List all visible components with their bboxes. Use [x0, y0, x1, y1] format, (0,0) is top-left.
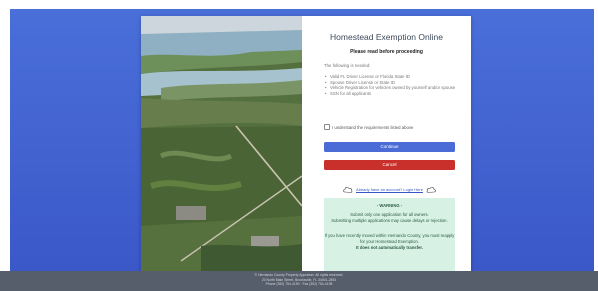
login-link[interactable]: Already have an account? Login Here [356, 187, 423, 192]
aerial-photo [141, 16, 302, 276]
continue-button[interactable]: Continue [324, 142, 455, 152]
login-card: Homestead Exemption Online Please read b… [141, 16, 471, 276]
acknowledge-checkbox-row[interactable]: I understand the requirements listed abo… [324, 124, 413, 130]
form-panel: Homestead Exemption Online Please read b… [302, 16, 471, 276]
cancel-button[interactable]: Cancel [324, 160, 455, 170]
requirements-intro: The following is needed: [324, 63, 371, 68]
cloud-left-icon [343, 186, 353, 193]
page-background: Homestead Exemption Online Please read b… [10, 9, 594, 283]
warning-line-2: Submitting multiple applications may cau… [331, 218, 448, 223]
acknowledge-checkbox[interactable] [324, 124, 330, 130]
warning-line-3: If you have recently moved within Hernan… [324, 233, 455, 244]
login-link-row: Already have an account? Login Here [324, 184, 455, 194]
warning-box: - WARNING - Submit only one application … [324, 198, 455, 274]
cloud-right-icon [426, 186, 436, 193]
footer-line-3: Phone (352) 754-4190 · Fax (352) 754-419… [265, 282, 333, 287]
page-title: Homestead Exemption Online [330, 32, 443, 42]
warning-line-1: Submit only one application for all owne… [350, 212, 429, 217]
acknowledge-label: I understand the requirements listed abo… [332, 124, 414, 130]
warning-line-4: It does not automatically transfer. [356, 245, 423, 250]
list-item: SSN for all applicants [324, 91, 464, 97]
requirements-list: Valid FL Driver License or Florida State… [324, 74, 464, 96]
warning-heading: - WARNING - [376, 203, 403, 208]
site-footer: © Hernando County Property Appraiser. Al… [0, 271, 598, 291]
page-subtitle: Please read before proceeding [350, 49, 423, 55]
